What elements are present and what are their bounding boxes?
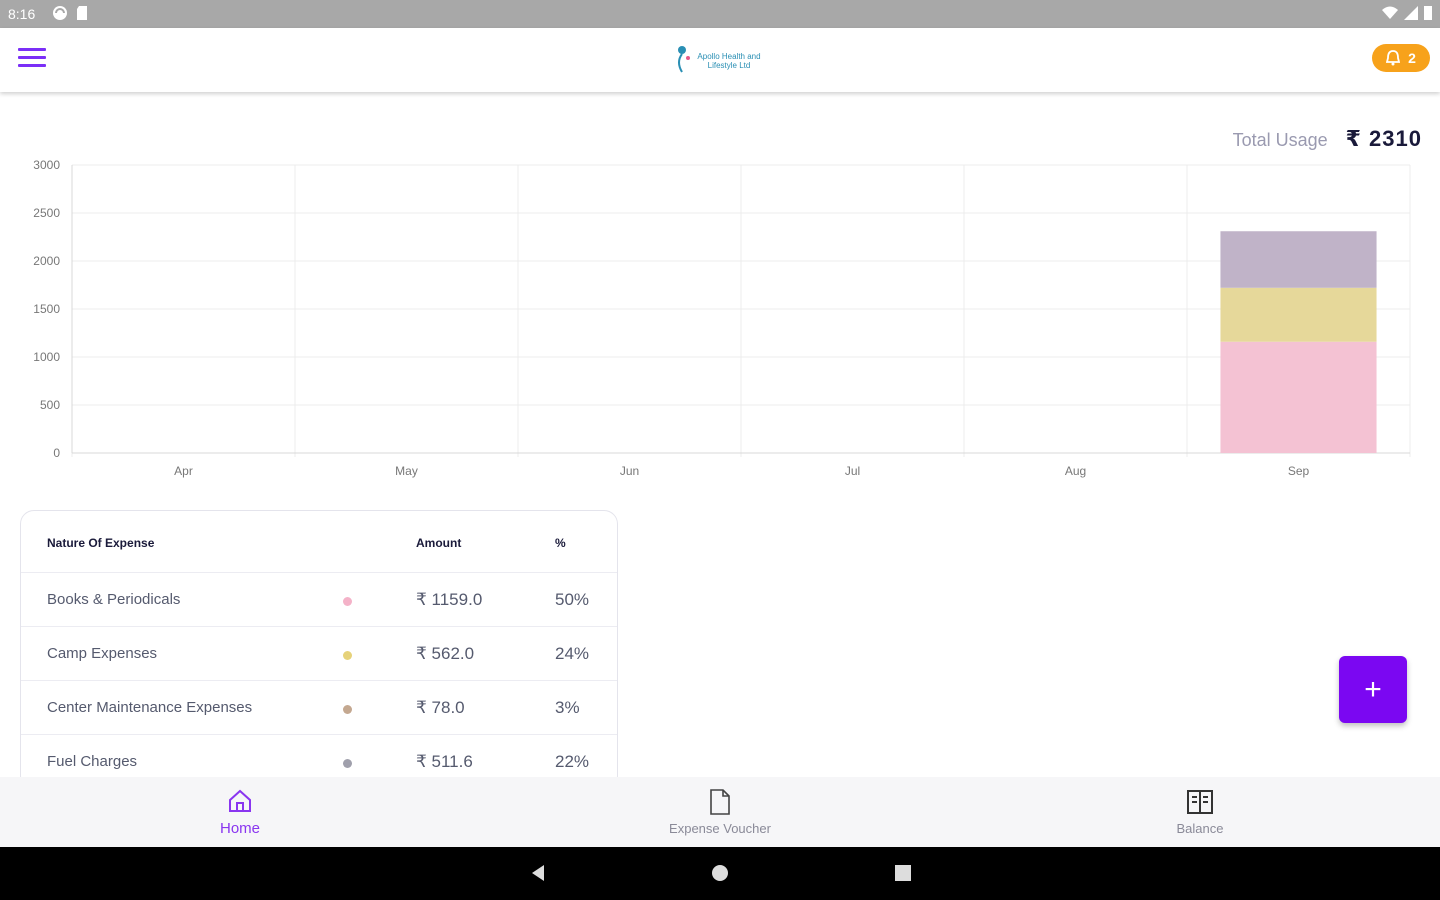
ledger-icon	[1187, 789, 1213, 814]
menu-line-icon	[18, 56, 46, 59]
expense-name: Books & Periodicals	[47, 591, 181, 608]
chart-bar-segment	[1220, 341, 1377, 453]
legend-dot	[343, 759, 352, 768]
expense-percent: 22%	[555, 752, 590, 771]
nav-expense-voucher[interactable]: Expense Voucher	[480, 777, 960, 847]
x-tick-label: Jun	[620, 464, 639, 478]
add-expense-button[interactable]: +	[1339, 656, 1407, 723]
nav-home[interactable]: Home	[0, 777, 480, 847]
home-circle-icon[interactable]	[710, 863, 730, 883]
expense-percent: 3%	[555, 698, 580, 717]
signal-icon	[1404, 5, 1418, 20]
notification-badge[interactable]: 2	[1372, 44, 1430, 72]
expense-amount: ₹ 78.0	[416, 698, 465, 717]
expense-amount: ₹ 562.0	[416, 644, 475, 663]
y-tick-label: 2000	[33, 254, 60, 268]
total-usage-value: ₹ 2310	[1345, 126, 1422, 151]
expense-percent: 50%	[555, 590, 590, 609]
document-icon	[710, 788, 730, 815]
total-usage-label: Total Usage	[1232, 130, 1328, 150]
y-tick-label: 1000	[33, 350, 60, 364]
company-logo: Apollo Health and Lifestyle Ltd	[672, 42, 768, 78]
y-tick-label: 2500	[33, 206, 60, 220]
sync-icon	[53, 6, 67, 20]
notification-count: 2	[1408, 50, 1416, 66]
legend-dot	[343, 597, 352, 606]
header-amount: Amount	[416, 536, 462, 550]
expense-table: Nature Of Expense Amount % Books & Perio…	[20, 510, 618, 790]
menu-button[interactable]	[18, 48, 46, 70]
expense-amount: ₹ 511.6	[416, 752, 473, 771]
expense-percent: 24%	[555, 644, 590, 663]
home-icon	[229, 789, 251, 812]
x-tick-label: Sep	[1288, 464, 1310, 478]
menu-line-icon	[18, 64, 46, 67]
chart-bar-segment	[1220, 231, 1377, 288]
x-tick-label: May	[395, 464, 418, 478]
bell-icon	[1386, 50, 1401, 66]
battery-icon	[1424, 6, 1432, 20]
wifi-icon	[1382, 6, 1398, 19]
chart-grid	[71, 164, 1411, 457]
header-percent: %	[555, 536, 566, 550]
y-tick-label: 0	[53, 446, 60, 460]
nav-balance[interactable]: Balance	[960, 777, 1440, 847]
expense-name: Camp Expenses	[47, 645, 158, 662]
table-row[interactable]: Books & Periodicals ₹ 1159.0 50%	[21, 573, 617, 627]
legend-dot	[343, 705, 352, 714]
app-bar: Apollo Health and Lifestyle Ltd 2	[0, 28, 1440, 92]
legend-dot	[343, 651, 352, 660]
chart-bar-segment	[1220, 287, 1377, 342]
menu-line-icon	[18, 48, 46, 51]
chart-x-axis: Apr May Jun Jul Aug Sep	[174, 464, 1309, 478]
system-navigation-bar	[0, 847, 1440, 900]
status-left-icons	[52, 5, 88, 21]
back-icon[interactable]	[528, 863, 548, 883]
expense-name: Fuel Charges	[47, 753, 138, 770]
expense-amount: ₹ 1159.0	[416, 590, 483, 609]
total-usage: Total Usage ₹ 2310	[1233, 126, 1422, 152]
logo-text: Apollo Health and Lifestyle Ltd	[697, 52, 761, 70]
header-nature: Nature Of Expense	[47, 536, 155, 550]
x-tick-label: Aug	[1065, 464, 1086, 478]
expense-name: Center Maintenance Expenses	[47, 699, 253, 716]
chart-bars	[1220, 231, 1377, 453]
y-tick-label: 500	[40, 398, 60, 412]
sd-card-icon	[77, 6, 87, 20]
chart-y-axis: 0 500 1000 1500 2000 2500 3000	[33, 158, 60, 460]
table-row[interactable]: Camp Expenses ₹ 562.0 24%	[21, 627, 617, 681]
y-tick-label: 1500	[33, 302, 60, 316]
status-time: 8:16	[8, 6, 36, 22]
x-tick-label: Jul	[845, 464, 860, 478]
table-header: Nature Of Expense Amount %	[21, 511, 617, 573]
nav-home-label: Home	[219, 819, 260, 837]
status-bar: 8:16	[0, 0, 1440, 28]
nav-expense-voucher-label: Expense Voucher	[669, 820, 771, 836]
logo-mark-icon	[678, 46, 690, 73]
recents-icon[interactable]	[893, 863, 913, 883]
y-tick-label: 3000	[33, 158, 60, 172]
monthly-expense-chart: 0 500 1000 1500 2000 2500 3000 Apr May Jun Jul Aug…	[33, 158, 1411, 478]
nav-balance-label: Balance	[1176, 820, 1224, 836]
table-row[interactable]: Center Maintenance Expenses ₹ 78.0 3%	[21, 681, 617, 735]
status-right-icons	[1382, 5, 1432, 20]
x-tick-label: Apr	[174, 464, 193, 478]
bottom-navigation: Home Expense Voucher Balance	[0, 777, 1440, 847]
